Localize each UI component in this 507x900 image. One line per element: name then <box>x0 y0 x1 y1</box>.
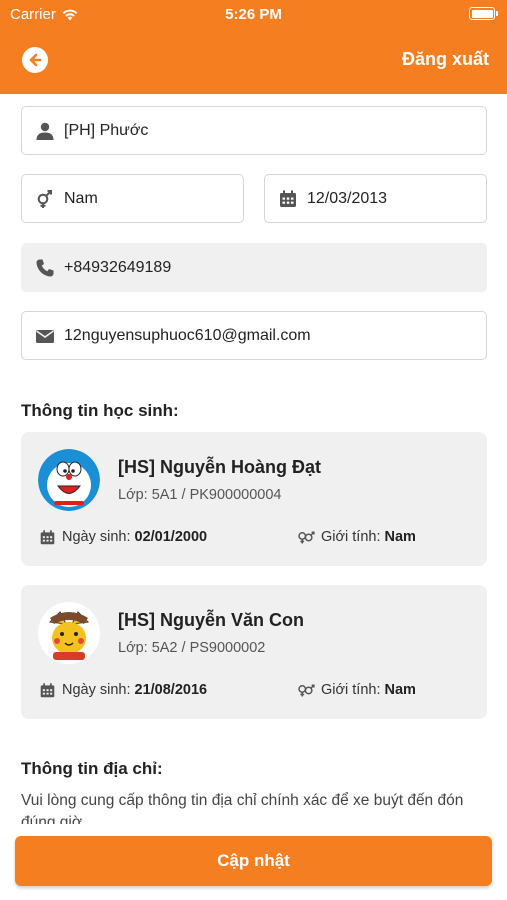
app-header: Carrier 5:26 PM Đăng xuất <box>0 0 507 94</box>
genderless-icon <box>297 681 315 699</box>
dob-label: Ngày sinh: <box>62 682 131 698</box>
scroll-content[interactable]: [PH] Phước Nam 12/03/2013 +84932649189 1… <box>0 94 507 824</box>
student-name: [HS] Nguyễn Văn Con <box>118 610 305 630</box>
address-description: Vui lòng cung cấp thông tin địa chỉ chín… <box>21 792 464 824</box>
genderless-icon <box>297 528 315 546</box>
back-button[interactable] <box>22 47 48 73</box>
gender-label: Giới tính: <box>321 682 381 698</box>
gender-icon <box>34 188 56 210</box>
calendar-icon <box>277 188 299 210</box>
student-card[interactable]: [HS] Nguyễn Văn Con Lớp: 5A2 / PS9000002… <box>21 585 487 719</box>
address-section-title: Thông tin địa chỉ: <box>21 759 163 778</box>
student-card[interactable]: [HS] Nguyễn Hoàng Đạt Lớp: 5A1 / PK90000… <box>21 432 487 566</box>
dob-value: 21/08/2016 <box>134 682 208 698</box>
student-dob: Ngày sinh: 21/08/2016 <box>38 681 207 699</box>
battery-icon <box>469 7 498 20</box>
phone-value: +84932649189 <box>64 258 172 276</box>
student-name: [HS] Nguyễn Hoàng Đạt <box>118 457 322 477</box>
email-value: 12nguyensuphuoc610@gmail.com <box>64 326 311 344</box>
students-section-title: Thông tin học sinh: <box>21 401 179 420</box>
status-time: 5:26 PM <box>225 6 282 23</box>
student-gender: Giới tính: Nam <box>297 528 416 546</box>
gender-field[interactable]: Nam <box>21 174 244 223</box>
calendar-icon <box>38 528 56 546</box>
student-gender: Giới tính: Nam <box>297 681 416 699</box>
phone-field: +84932649189 <box>21 243 487 292</box>
birthday-value: 12/03/2013 <box>307 189 388 207</box>
gender-label: Giới tính: <box>321 529 381 545</box>
student-class: Lớp: 5A2 / PS9000002 <box>118 640 266 656</box>
arrow-left-icon <box>29 53 42 67</box>
footer: Cập nhật <box>0 824 507 900</box>
gender-value: Nam <box>384 682 416 698</box>
dob-value: 02/01/2000 <box>134 529 208 545</box>
dob-label: Ngày sinh: <box>62 529 131 545</box>
user-icon <box>34 120 56 142</box>
gender-value: Nam <box>64 189 98 207</box>
gender-value: Nam <box>384 529 416 545</box>
student-class: Lớp: 5A1 / PK900000004 <box>118 487 282 503</box>
envelope-icon <box>34 325 56 347</box>
calendar-icon <box>38 681 56 699</box>
name-value: [PH] Phước <box>64 121 149 139</box>
name-field[interactable]: [PH] Phước <box>21 106 487 155</box>
update-button[interactable]: Cập nhật <box>15 836 492 886</box>
student-dob: Ngày sinh: 02/01/2000 <box>38 528 207 546</box>
student-avatar <box>38 449 100 511</box>
email-field[interactable]: 12nguyensuphuoc610@gmail.com <box>21 311 487 360</box>
birthday-field[interactable]: 12/03/2013 <box>264 174 487 223</box>
student-avatar <box>38 602 100 664</box>
logout-button[interactable]: Đăng xuất <box>402 49 489 70</box>
phone-icon <box>34 257 56 279</box>
status-bar: Carrier 5:26 PM <box>0 0 507 30</box>
